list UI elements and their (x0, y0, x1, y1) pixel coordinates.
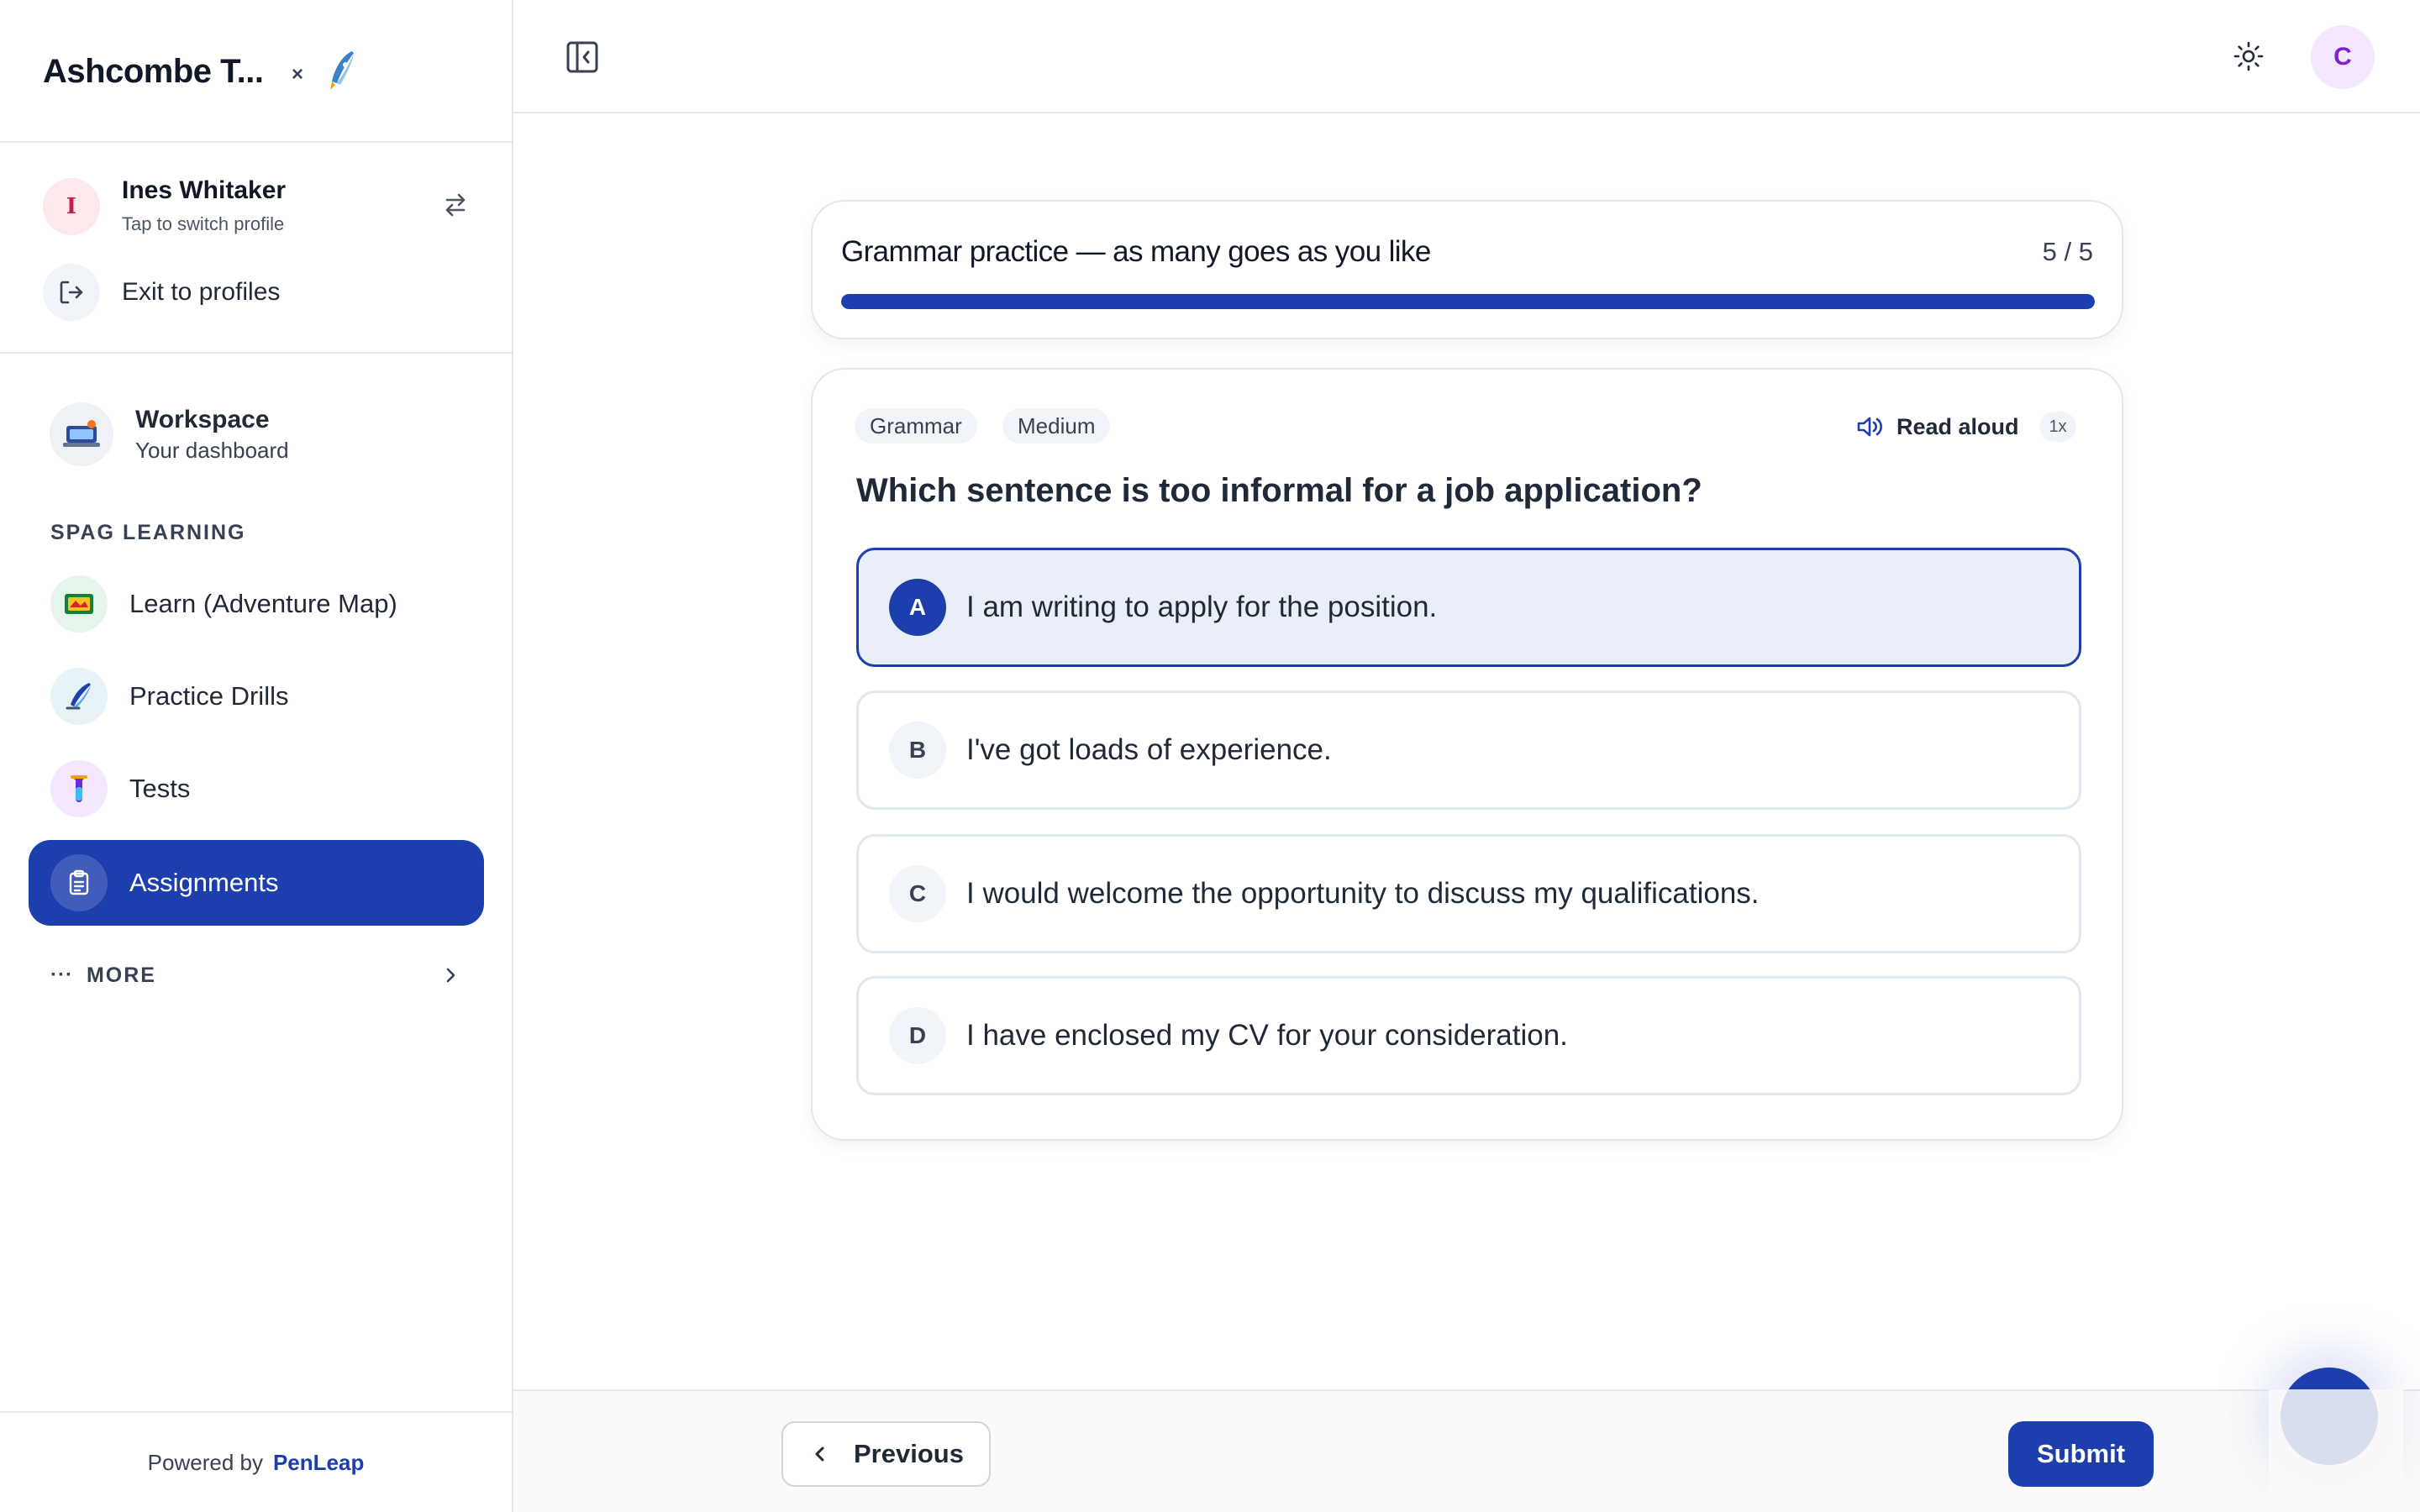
practice-title: Grammar practice — as many goes as you l… (841, 235, 1431, 268)
answer-option-d[interactable]: D I have enclosed my CV for your conside… (856, 976, 2081, 1095)
option-letter: D (889, 1007, 946, 1064)
clipboard-icon (50, 854, 108, 911)
profile-subtitle: Tap to switch profile (122, 213, 285, 234)
chevron-right-icon (446, 968, 455, 983)
progress-bar (841, 294, 2095, 309)
read-aloud-button[interactable]: Read aloud (1854, 410, 2019, 444)
workspace-title: Workspace (135, 406, 270, 433)
exit-to-profiles-button[interactable]: Exit to profiles (43, 263, 480, 322)
answer-option-b[interactable]: B I've got loads of experience. (856, 690, 2081, 810)
sidebar-collapse-icon[interactable] (564, 39, 601, 76)
option-text: I've got loads of experience. (966, 733, 1332, 766)
option-letter: C (889, 865, 946, 922)
profile-switcher[interactable]: I Ines Whitaker Tap to switch profile (43, 176, 480, 235)
more-dots-icon: ··· (50, 963, 73, 986)
progress-bar-fill (841, 294, 2095, 309)
workspace-icon (50, 402, 113, 466)
tag-subject: Grammar (855, 408, 977, 444)
option-text: I would welcome the opportunity to discu… (966, 877, 1760, 910)
quill-rocket-icon (330, 51, 354, 90)
option-letter: A (889, 579, 946, 636)
powered-by: Powered by PenLeap (0, 1411, 512, 1512)
logout-icon (43, 264, 100, 321)
sidebar: Ashcombe T... × I Ines Whitaker Tap to s… (0, 0, 513, 1512)
brand: Ashcombe T... × (43, 46, 354, 97)
speed-toggle[interactable]: 1x (2039, 412, 2076, 442)
sidebar-item-tests[interactable]: Tests (29, 746, 484, 832)
read-aloud-label: Read aloud (1897, 413, 2019, 439)
sidebar-item-label: Assignments (129, 868, 279, 897)
previous-button[interactable]: Previous (781, 1421, 991, 1487)
progress-count: 5 / 5 (2042, 237, 2093, 266)
submit-button[interactable]: Submit (2008, 1421, 2154, 1487)
divider (0, 141, 512, 143)
profile-avatar: I (43, 178, 100, 235)
sidebar-item-practice-drills[interactable]: Practice Drills (29, 654, 484, 739)
sidebar-item-learn[interactable]: Learn (Adventure Map) (29, 561, 484, 647)
sidebar-item-label: Tests (129, 774, 191, 803)
question-nav-bar: Previous Submit (513, 1389, 2420, 1512)
question-text: Which sentence is too informal for a job… (856, 472, 1702, 509)
close-brand-button[interactable]: × (292, 63, 303, 87)
option-letter: B (889, 722, 946, 779)
option-text: I have enclosed my CV for your considera… (966, 1019, 1568, 1052)
brand-title: Ashcombe T... (43, 52, 264, 90)
chevron-left-icon (815, 1446, 824, 1462)
test-tube-icon (50, 760, 108, 817)
footer-overlay (2269, 1389, 2403, 1512)
user-avatar[interactable]: C (2311, 25, 2375, 89)
powered-by-prefix: Powered by (147, 1449, 263, 1475)
more-label: MORE (86, 963, 156, 987)
app-root: Ashcombe T... × I Ines Whitaker Tap to s… (0, 0, 2420, 1512)
answer-option-c[interactable]: C I would welcome the opportunity to dis… (856, 834, 2081, 953)
profile-name: Ines Whitaker (122, 176, 287, 204)
tag-difficulty: Medium (1002, 408, 1111, 444)
speaker-icon (1857, 417, 1882, 437)
previous-label: Previous (854, 1439, 964, 1468)
sidebar-item-assignments[interactable]: Assignments (29, 840, 484, 926)
top-bar: C (513, 0, 2420, 113)
question-card: Grammar Medium Read aloud 1x Which sente… (811, 368, 2123, 1141)
quill-icon (50, 668, 108, 725)
sidebar-item-label: Practice Drills (129, 681, 289, 711)
exit-label: Exit to profiles (122, 278, 281, 306)
switch-arrows-icon[interactable] (440, 190, 471, 220)
workspace-subtitle: Your dashboard (135, 438, 289, 463)
option-text: I am writing to apply for the position. (966, 591, 1438, 623)
section-label: SPAG LEARNING (50, 521, 246, 544)
sidebar-item-label: Learn (Adventure Map) (129, 589, 397, 618)
map-icon (50, 575, 108, 633)
progress-card: Grammar practice — as many goes as you l… (811, 200, 2123, 339)
powered-by-brand[interactable]: PenLeap (273, 1450, 364, 1476)
answer-option-a[interactable]: A I am writing to apply for the position… (856, 548, 2081, 667)
workspace-link[interactable]: Workspace Your dashboard (50, 401, 487, 468)
theme-toggle-sun-icon[interactable] (2233, 40, 2265, 72)
divider (0, 352, 512, 354)
more-menu-toggle[interactable]: ··· MORE (50, 960, 462, 990)
